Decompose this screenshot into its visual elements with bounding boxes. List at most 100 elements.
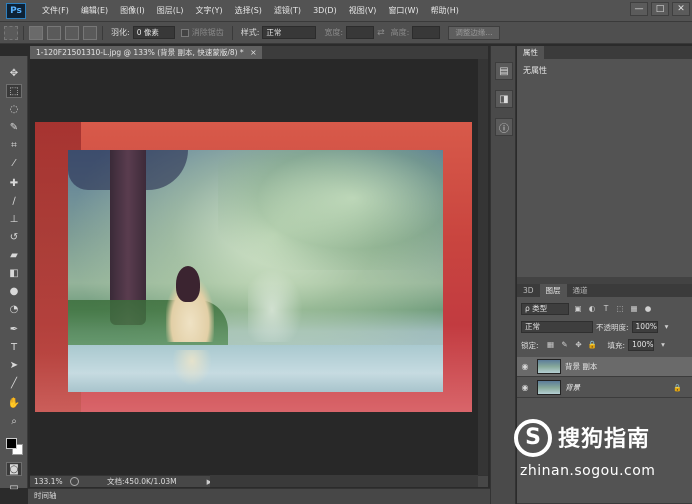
feather-input[interactable]: 0 像素 — [132, 26, 175, 39]
eraser-icon[interactable]: ▰ — [6, 248, 22, 262]
water-reflection — [68, 345, 443, 392]
lock-label: 锁定: — [521, 340, 539, 350]
swap-icon[interactable]: ⇄ — [377, 28, 385, 38]
blur-icon[interactable]: ● — [6, 284, 22, 298]
menu-layer[interactable]: 图层(L) — [151, 0, 190, 22]
move-icon[interactable]: ✥ — [6, 66, 22, 80]
hand-icon[interactable]: ✋ — [6, 396, 22, 410]
line-icon[interactable]: ╱ — [6, 376, 22, 390]
document-tab[interactable]: 1-120F21501310-L.jpg @ 133% (背景 副本, 快速蒙版… — [30, 46, 262, 59]
photoshop-logo: Ps — [6, 2, 26, 19]
menu-file[interactable]: 文件(F) — [36, 0, 75, 22]
healing-icon[interactable]: ✚ — [6, 176, 22, 190]
lock-position-icon[interactable]: ✥ — [574, 340, 584, 350]
marquee-preset-icon[interactable] — [4, 25, 18, 40]
lock-pixels-icon[interactable]: ✎ — [560, 340, 570, 350]
filter-adjustment-icon[interactable]: ◐ — [587, 304, 597, 314]
width-input[interactable] — [346, 26, 375, 39]
separator — [102, 25, 103, 40]
filter-pixel-icon[interactable]: ▣ — [573, 304, 583, 314]
girl-reflection — [172, 350, 212, 386]
width-label: 宽度: — [324, 28, 344, 37]
filter-smart-icon[interactable]: ▦ — [629, 304, 639, 314]
lock-all-icon[interactable]: 🔒 — [588, 340, 598, 350]
eye-icon[interactable]: ◉ — [517, 362, 533, 371]
timeline-panel[interactable]: 时间轴 — [28, 488, 490, 504]
dodge-icon[interactable]: ◔ — [6, 302, 22, 316]
menu-help[interactable]: 帮助(H) — [425, 0, 465, 22]
layer-lock-icon: 🔒 — [673, 383, 682, 392]
quick-mask-icon[interactable]: ◙ — [6, 462, 22, 476]
zoom-icon[interactable]: ⌕ — [6, 414, 22, 428]
menu-window[interactable]: 窗口(W) — [382, 0, 424, 22]
history-panel-icon[interactable]: ▤ — [495, 62, 513, 80]
quick-select-icon[interactable]: ✎ — [6, 120, 22, 134]
antialias-checkbox[interactable] — [180, 28, 189, 37]
canvas-horizontal-scrollbar[interactable] — [210, 475, 478, 487]
stamp-icon[interactable]: ⊥ — [6, 212, 22, 226]
pen-icon[interactable]: ✒ — [6, 322, 22, 336]
panel-divider[interactable] — [517, 277, 692, 284]
window-controls: — □ ✕ — [627, 2, 690, 16]
height-input[interactable] — [412, 26, 441, 39]
type-icon[interactable]: T — [6, 340, 22, 354]
marquee-icon[interactable]: ⬚ — [6, 84, 22, 98]
separator — [23, 25, 24, 40]
menu-view[interactable]: 视图(V) — [343, 0, 383, 22]
filter-type-icon[interactable]: T — [601, 304, 611, 314]
intersect-selection-icon[interactable] — [83, 25, 97, 40]
new-selection-icon[interactable] — [29, 25, 43, 40]
blend-mode-select[interactable]: 正常 — [521, 321, 593, 333]
filter-toggle-icon[interactable]: ● — [643, 304, 653, 314]
canvas-vertical-scrollbar[interactable] — [478, 59, 488, 475]
canvas-area[interactable] — [30, 59, 478, 475]
antialias-label: 消除锯齿 — [191, 28, 224, 37]
water-splash — [248, 262, 308, 342]
minimize-button[interactable]: — — [630, 2, 648, 16]
fill-dropdown-icon[interactable]: ▾ — [658, 340, 668, 350]
menu-3d[interactable]: 3D(D) — [307, 0, 343, 22]
tab-channels[interactable]: 通道 — [567, 284, 594, 297]
history-brush-icon[interactable]: ↺ — [6, 230, 22, 244]
close-button[interactable]: ✕ — [672, 2, 690, 16]
close-tab-icon[interactable]: × — [250, 46, 257, 59]
no-properties-text: 无属性 — [523, 66, 547, 75]
crop-icon[interactable]: ⌗ — [6, 138, 22, 152]
gradient-icon[interactable]: ◧ — [6, 266, 22, 280]
tab-properties[interactable]: 属性 — [517, 46, 544, 59]
layer-row-background[interactable]: ◉ 背景 🔒 — [517, 378, 692, 398]
brush-icon[interactable]: ∕ — [6, 194, 22, 208]
feather-label: 羽化: — [111, 28, 130, 37]
lasso-icon[interactable]: ◌ — [6, 102, 22, 116]
lock-transparency-icon[interactable]: ▦ — [546, 340, 556, 350]
tab-layers[interactable]: 图层 — [539, 284, 567, 297]
filter-shape-icon[interactable]: ⬚ — [615, 304, 625, 314]
info-panel-icon[interactable]: ⓘ — [495, 118, 513, 136]
layer-filter-row: ρ 类型 ▣ ◐ T ⬚ ▦ ● — [521, 303, 688, 315]
status-info-icon[interactable] — [70, 477, 79, 486]
subtract-selection-icon[interactable] — [65, 25, 79, 40]
add-selection-icon[interactable] — [47, 25, 61, 40]
menu-type[interactable]: 文字(Y) — [189, 0, 228, 22]
menu-image[interactable]: 图像(I) — [114, 0, 151, 22]
maximize-button[interactable]: □ — [651, 2, 669, 16]
menu-select[interactable]: 选择(S) — [229, 0, 268, 22]
screen-mode-icon[interactable]: ▭ — [6, 480, 22, 494]
layer-filter-select[interactable]: ρ 类型 — [521, 303, 569, 315]
opacity-input[interactable]: 100% — [631, 321, 658, 333]
opacity-dropdown-icon[interactable]: ▾ — [662, 322, 672, 332]
style-select[interactable]: 正常 — [262, 26, 317, 39]
zoom-level[interactable]: 133.1% — [34, 477, 64, 486]
menu-edit[interactable]: 编辑(E) — [75, 0, 114, 22]
properties-panel-icon[interactable]: ◨ — [495, 90, 513, 108]
fill-input[interactable]: 100% — [628, 339, 655, 351]
foreground-color-swatch[interactable] — [6, 438, 17, 449]
refine-edge-button[interactable]: 调整边缘... — [448, 25, 500, 40]
eye-icon[interactable]: ◉ — [517, 383, 533, 392]
menu-filter[interactable]: 滤镜(T) — [268, 0, 307, 22]
tab-3d[interactable]: 3D — [517, 284, 540, 297]
eyedropper-icon[interactable]: ⁄ — [6, 156, 22, 170]
path-select-icon[interactable]: ➤ — [6, 358, 22, 372]
layer-row-background-copy[interactable]: ◉ 背景 副本 — [517, 357, 692, 377]
layer-thumbnail — [537, 380, 561, 395]
